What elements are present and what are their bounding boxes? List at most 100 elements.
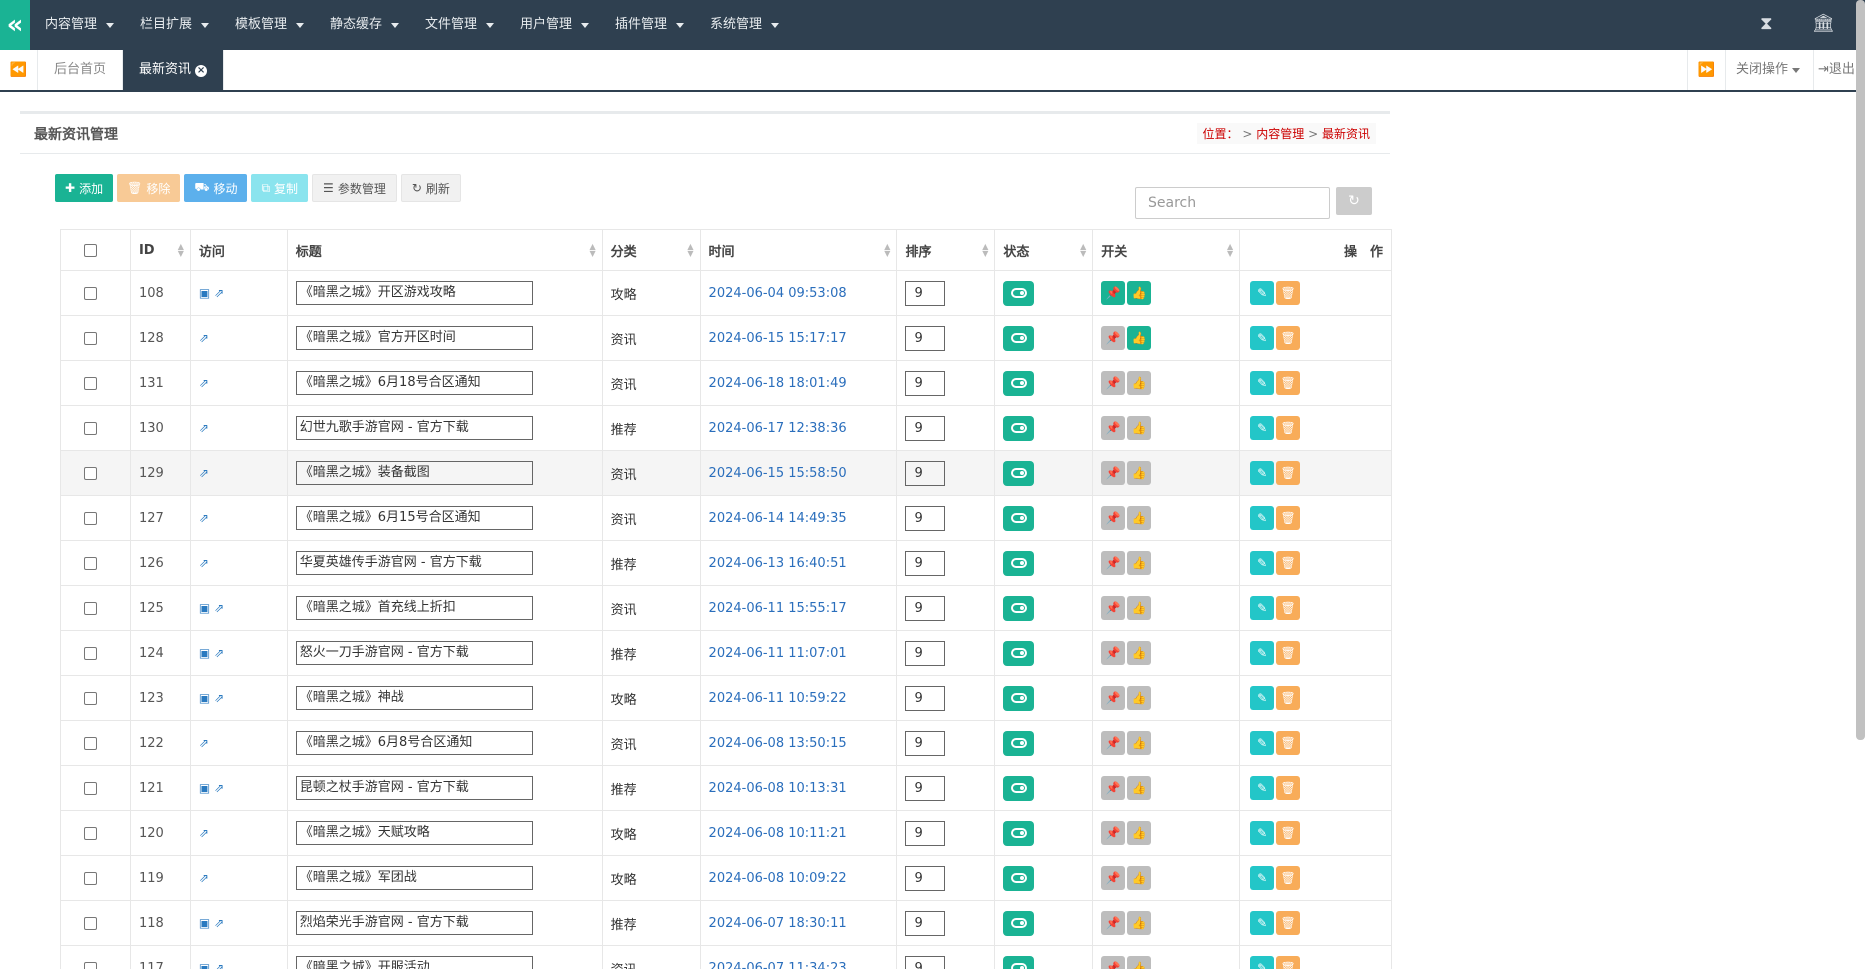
pin-toggle[interactable]: 📌 — [1101, 866, 1126, 890]
status-toggle[interactable] — [1003, 910, 1035, 936]
thumbs-up-toggle[interactable]: 👍 — [1127, 911, 1152, 935]
edit-button[interactable]: ✎ — [1250, 461, 1275, 485]
col-time[interactable]: 时间 ▲ ▼ — [699, 229, 898, 271]
pin-toggle[interactable]: 📌 — [1101, 956, 1126, 969]
external-link-icon[interactable]: ⇗ — [199, 826, 209, 840]
pin-toggle[interactable]: 📌 — [1101, 686, 1126, 710]
delete-button[interactable]: 🗑 — [1276, 911, 1301, 935]
thumbs-up-toggle[interactable]: 👍 — [1127, 596, 1152, 620]
thumbs-up-toggle[interactable]: 👍 — [1127, 686, 1152, 710]
title-input[interactable]: 《暗黑之城》6月18号合区通知 — [295, 371, 533, 395]
row-checkbox[interactable] — [84, 871, 97, 885]
title-input[interactable]: 华夏英雄传手游官网 - 官方下载 — [295, 551, 533, 575]
image-icon[interactable]: ▣ — [199, 916, 210, 930]
delete-button[interactable]: 🗑 — [1276, 461, 1301, 485]
params-button[interactable]: ☰ 参数管理 — [312, 174, 397, 202]
status-toggle[interactable] — [1003, 550, 1035, 576]
menu-template[interactable]: 模板管理 — [223, 0, 318, 50]
image-icon[interactable]: ▣ — [199, 691, 210, 705]
delete-button[interactable]: 🗑 — [1276, 731, 1301, 755]
title-input[interactable]: 幻世九歌手游官网 - 官方下载 — [295, 416, 533, 440]
edit-button[interactable]: ✎ — [1250, 326, 1275, 350]
order-input[interactable]: 9 — [905, 370, 946, 396]
external-link-icon[interactable]: ⇗ — [199, 556, 209, 570]
delete-button[interactable]: 🗑 — [1276, 371, 1301, 395]
pin-toggle[interactable]: 📌 — [1101, 506, 1126, 530]
delete-button[interactable]: 🗑 — [1276, 506, 1301, 530]
thumbs-up-toggle[interactable]: 👍 — [1127, 371, 1152, 395]
col-status[interactable]: 状态 ▲ ▼ — [994, 229, 1094, 271]
refresh-button[interactable]: ↻ 刷新 — [400, 174, 461, 202]
delete-button[interactable]: 🗑 — [1276, 956, 1301, 969]
row-checkbox[interactable] — [84, 331, 97, 345]
row-checkbox[interactable] — [84, 961, 97, 969]
copy-button[interactable]: ⧉ 复制 — [251, 174, 309, 202]
status-toggle[interactable] — [1003, 370, 1035, 396]
pin-toggle[interactable]: 📌 — [1101, 326, 1126, 350]
external-link-icon[interactable]: ⇗ — [214, 646, 224, 660]
menu-column-ext[interactable]: 栏目扩展 — [128, 0, 223, 50]
delete-button[interactable]: 🗑 — [1276, 596, 1301, 620]
thumbs-up-toggle[interactable]: 👍 — [1127, 821, 1152, 845]
delete-button[interactable]: 🗑 — [1276, 686, 1301, 710]
thumbs-up-toggle[interactable]: 👍 — [1127, 731, 1152, 755]
order-input[interactable]: 9 — [905, 325, 946, 351]
order-input[interactable]: 9 — [905, 550, 946, 576]
search-refresh-button[interactable]: ↻ — [1336, 187, 1372, 215]
order-input[interactable]: 9 — [905, 730, 946, 756]
thumbs-up-toggle[interactable]: 👍 — [1127, 776, 1152, 800]
external-link-icon[interactable]: ⇗ — [199, 466, 209, 480]
edit-button[interactable]: ✎ — [1250, 956, 1275, 969]
delete-button[interactable]: 🗑 — [1276, 551, 1301, 575]
order-input[interactable]: 9 — [905, 865, 946, 891]
remove-button[interactable]: 🗑 移除 — [117, 174, 181, 202]
page-scrollbar[interactable] — [1856, 0, 1865, 740]
row-checkbox[interactable] — [84, 556, 97, 570]
image-icon[interactable]: ▣ — [199, 961, 210, 969]
tab-home[interactable]: 后台首页 — [38, 50, 124, 90]
collapse-sidebar-icon[interactable]: « — [0, 0, 30, 50]
menu-content[interactable]: 内容管理 — [33, 0, 128, 50]
delete-button[interactable]: 🗑 — [1276, 866, 1301, 890]
hourglass-icon[interactable]: ⧗ — [1760, 13, 1773, 34]
menu-files[interactable]: 文件管理 — [413, 0, 508, 50]
row-checkbox[interactable] — [84, 511, 97, 525]
edit-button[interactable]: ✎ — [1250, 731, 1275, 755]
status-toggle[interactable] — [1003, 640, 1035, 666]
order-input[interactable]: 9 — [905, 460, 946, 486]
menu-plugins[interactable]: 插件管理 — [603, 0, 698, 50]
pin-toggle[interactable]: 📌 — [1101, 416, 1126, 440]
row-checkbox[interactable] — [84, 916, 97, 930]
thumbs-up-toggle[interactable]: 👍 — [1127, 641, 1152, 665]
external-link-icon[interactable]: ⇗ — [199, 511, 209, 525]
edit-button[interactable]: ✎ — [1250, 911, 1275, 935]
pin-toggle[interactable]: 📌 — [1101, 371, 1126, 395]
external-link-icon[interactable]: ⇗ — [214, 781, 224, 795]
status-toggle[interactable] — [1003, 865, 1035, 891]
tab-active[interactable]: 最新资讯 × — [123, 50, 225, 90]
close-ops-dropdown[interactable]: 关闭操作 — [1725, 50, 1813, 90]
pin-toggle[interactable]: 📌 — [1101, 821, 1126, 845]
edit-button[interactable]: ✎ — [1250, 596, 1275, 620]
external-link-icon[interactable]: ⇗ — [214, 916, 224, 930]
edit-button[interactable]: ✎ — [1250, 821, 1275, 845]
title-input[interactable]: 《暗黑之城》神战 — [295, 686, 533, 710]
delete-button[interactable]: 🗑 — [1276, 281, 1301, 305]
external-link-icon[interactable]: ⇗ — [199, 421, 209, 435]
close-tab-icon[interactable]: × — [195, 65, 208, 77]
order-input[interactable]: 9 — [905, 910, 946, 936]
row-checkbox[interactable] — [84, 736, 97, 750]
row-checkbox[interactable] — [84, 691, 97, 705]
edit-button[interactable]: ✎ — [1250, 686, 1275, 710]
edit-button[interactable]: ✎ — [1250, 416, 1275, 440]
pin-toggle[interactable]: 📌 — [1101, 911, 1126, 935]
bank-icon[interactable]: 🏛 — [1812, 13, 1835, 34]
title-input[interactable]: 烈焰荣光手游官网 - 官方下载 — [295, 911, 533, 935]
title-input[interactable]: 《暗黑之城》官方开区时间 — [295, 326, 533, 350]
breadcrumb-current[interactable]: 最新资讯 — [1322, 127, 1370, 141]
pin-toggle[interactable]: 📌 — [1101, 776, 1126, 800]
status-toggle[interactable] — [1003, 415, 1035, 441]
menu-static-cache[interactable]: 静态缓存 — [318, 0, 413, 50]
title-input[interactable]: 《暗黑之城》6月15号合区通知 — [295, 506, 533, 530]
external-link-icon[interactable]: ⇗ — [214, 961, 224, 969]
